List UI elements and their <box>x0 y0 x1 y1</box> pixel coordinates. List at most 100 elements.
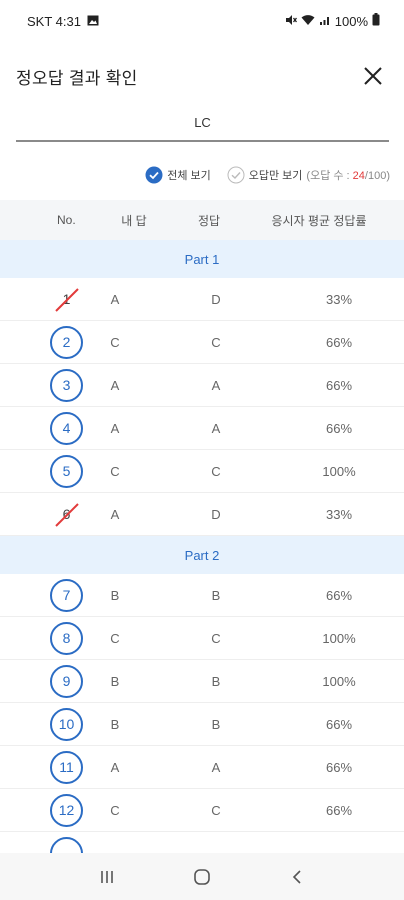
status-left: SKT 4:31 <box>27 14 99 29</box>
table-row[interactable]: 9 B B 100% <box>0 660 404 703</box>
table-row[interactable]: 2 C C 66% <box>0 321 404 364</box>
average-rate-cell: 66% <box>325 716 353 732</box>
average-rate-cell: 66% <box>325 759 353 775</box>
question-number: 11 <box>59 759 74 775</box>
correct-answer-cell: C <box>211 463 221 479</box>
battery-percent: 100% <box>334 13 368 29</box>
correct-number-circle: 8 <box>50 621 83 655</box>
wrong-count-prefix: (오답 수 : <box>306 170 353 182</box>
my-answer-cell: C <box>110 630 120 646</box>
table-row[interactable] <box>0 832 404 853</box>
tab-label: LC <box>194 114 211 130</box>
correct-number-circle: 11 <box>50 750 83 784</box>
recents-icon <box>101 870 114 883</box>
table-row[interactable]: 7 B B 66% <box>0 574 404 617</box>
back-icon <box>292 869 301 884</box>
table-row[interactable]: 11 A A 66% <box>0 746 404 789</box>
question-number: 12 <box>58 802 75 818</box>
average-rate-cell: 66% <box>325 420 353 436</box>
close-button[interactable] <box>360 63 386 89</box>
part-title: Part 2 <box>184 547 220 563</box>
my-answer-cell: A <box>110 759 120 775</box>
correct-answer-cell: A <box>211 759 221 775</box>
tab-lc[interactable]: LC <box>16 104 389 142</box>
close-icon <box>364 67 382 85</box>
average-rate-cell: 100% <box>322 463 356 479</box>
my-answer-cell: A <box>110 420 120 436</box>
results-table[interactable]: Part 1 1 A D 33% 2 C C 66% 3 A A 66% 4 A A 66% 5 C C 100% 6 A D… <box>0 240 404 853</box>
table-header: No. 내 답 정답 응시자 평균 정답률 <box>0 200 404 240</box>
my-answer-cell: B <box>110 673 120 689</box>
correct-answer-cell: C <box>211 334 221 350</box>
table-row[interactable]: 10 B B 66% <box>0 703 404 746</box>
table-row[interactable]: 5 C C 100% <box>0 450 404 493</box>
home-button[interactable] <box>182 862 222 892</box>
table-row[interactable]: 4 A A 66% <box>0 407 404 450</box>
table-row[interactable]: 8 C C 100% <box>0 617 404 660</box>
question-number: 2 <box>62 334 71 350</box>
wrong-number-mark: 6 <box>50 498 83 531</box>
question-number: 3 <box>62 377 71 393</box>
correct-answer-cell: A <box>211 420 221 436</box>
question-number: 9 <box>62 673 71 689</box>
wrong-slash-icon <box>55 502 79 527</box>
battery-icon <box>372 13 380 29</box>
table-row[interactable]: 12 C C 66% <box>0 789 404 832</box>
average-rate-cell: 66% <box>325 377 353 393</box>
unchecked-circle-icon <box>227 166 245 184</box>
gallery-notification-icon <box>87 14 99 29</box>
question-number: 8 <box>62 630 71 646</box>
status-right: 100% <box>285 13 380 29</box>
my-answer-cell: B <box>110 587 120 603</box>
wrong-only-option[interactable]: 오답만 보기 (오답 수 : 24/100) <box>227 166 390 184</box>
part-header: Part 2 <box>0 536 404 574</box>
part-title: Part 1 <box>184 251 220 267</box>
correct-answer-cell: A <box>211 377 221 393</box>
table-row[interactable]: 1 A D 33% <box>0 278 404 321</box>
correct-number-circle: 2 <box>50 325 83 359</box>
page-title: 정오답 결과 확인 <box>16 68 138 88</box>
correct-answer-cell: D <box>211 291 221 307</box>
table-row[interactable]: 6 A D 33% <box>0 493 404 536</box>
show-all-option[interactable]: 전체 보기 <box>145 166 211 184</box>
average-rate-cell: 100% <box>322 673 356 689</box>
status-bar: SKT 4:31 100% <box>0 0 404 42</box>
correct-number-circle: 4 <box>50 411 83 445</box>
correct-answer-cell: C <box>211 802 221 818</box>
header: 정오답 결과 확인 <box>0 52 404 100</box>
wrong-count: (오답 수 : 24/100) <box>306 167 390 183</box>
correct-number-circle: 7 <box>50 578 83 612</box>
show-all-label: 전체 보기 <box>167 170 211 182</box>
correct-answer-cell: B <box>211 673 221 689</box>
recents-button[interactable] <box>87 862 127 892</box>
checked-circle-icon <box>145 166 163 184</box>
correct-number-circle: 5 <box>50 454 83 488</box>
correct-number-circle: 12 <box>50 793 83 827</box>
correct-number-circle: 9 <box>50 664 83 698</box>
carrier-time: SKT 4:31 <box>27 13 81 29</box>
wrong-count-number: 24 <box>352 170 365 182</box>
wrong-only-label: 오답만 보기 <box>248 170 303 182</box>
number-cell <box>0 836 134 853</box>
average-rate-cell: 33% <box>325 291 353 307</box>
correct-answer-cell: D <box>211 506 221 522</box>
wrong-number-mark: 1 <box>50 283 83 316</box>
average-rate-cell: 66% <box>325 587 353 603</box>
filter-row: 전체 보기 오답만 보기 (오답 수 : 24/100) <box>0 160 404 190</box>
correct-answer-cell: C <box>211 630 221 646</box>
my-answer-cell: C <box>110 463 120 479</box>
back-button[interactable] <box>277 862 317 892</box>
part-header: Part 1 <box>0 240 404 278</box>
correct-number-circle: 3 <box>50 368 83 402</box>
average-rate-cell: 33% <box>325 506 353 522</box>
my-answer-cell: C <box>110 334 120 350</box>
my-answer-cell: B <box>110 716 120 732</box>
header-my-answer: 내 답 <box>121 213 147 228</box>
question-number: 5 <box>62 463 71 479</box>
table-row[interactable]: 3 A A 66% <box>0 364 404 407</box>
wrong-count-suffix: /100) <box>364 170 390 182</box>
question-number: 4 <box>62 420 71 436</box>
header-average-rate: 응시자 평균 정답률 <box>271 213 367 228</box>
header-correct-answer: 정답 <box>197 213 221 228</box>
my-answer-cell: A <box>110 291 120 307</box>
